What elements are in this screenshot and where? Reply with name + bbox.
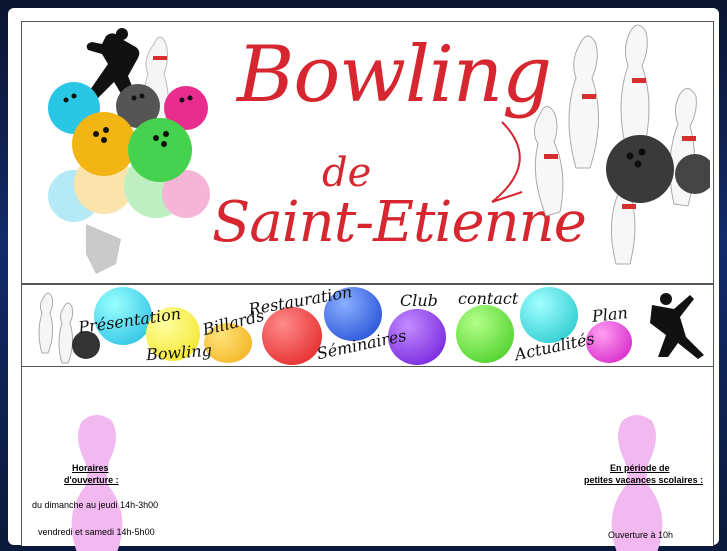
holiday-opening: Ouverture à 10h	[608, 530, 674, 540]
content-area: Horaires d'ouverture : du dimanche au je…	[21, 366, 714, 551]
nav-link-club[interactable]: Club	[400, 291, 438, 310]
pins-ball-illustration	[534, 24, 710, 265]
nav-link-bowling[interactable]: Bowling	[145, 341, 212, 365]
nav-link-contact[interactable]: contact	[458, 289, 518, 308]
ball-contact-icon	[456, 305, 514, 363]
bowler-balls-illustration	[48, 28, 210, 274]
title-swash-decoration	[491, 121, 523, 203]
holiday-heading-line2: petites vacances scolaires :	[584, 475, 704, 485]
hours-heading-line2: d'ouverture :	[64, 475, 119, 485]
header-banner: Bowling de Saint-Etienne	[21, 21, 714, 284]
hours-weekday: du dimanche au jeudi 14h-3h00	[32, 500, 159, 510]
hours-weekend: vendredi et samedi 14h-5h00	[38, 527, 155, 537]
ball-restauration-icon	[262, 307, 322, 365]
holiday-heading-line1: En période de	[610, 463, 670, 473]
hours-heading-line1: Horaires	[72, 463, 109, 473]
main-navigation: Présentation Bowling Billards Restaurati…	[21, 282, 714, 367]
nav-link-plan[interactable]: Plan	[591, 303, 629, 326]
bowler-silhouette-icon	[650, 293, 704, 359]
